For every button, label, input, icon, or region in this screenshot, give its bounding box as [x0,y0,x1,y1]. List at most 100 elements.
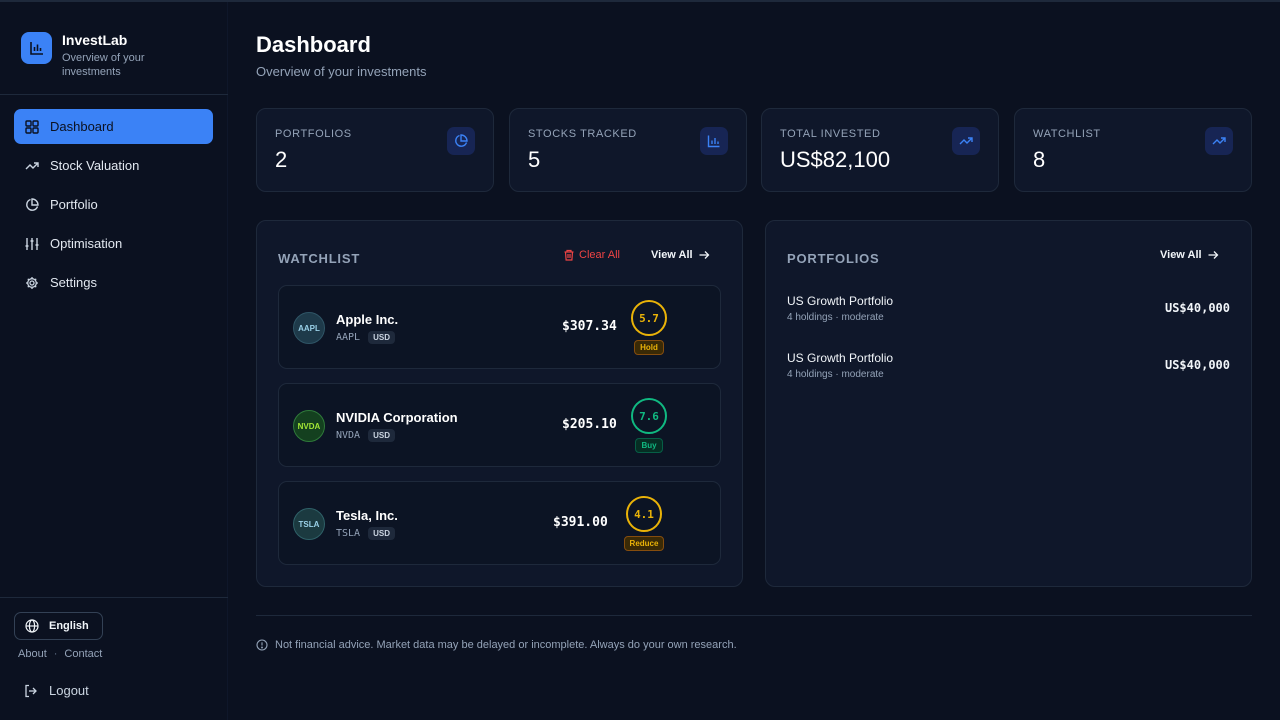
sidebar-item-stock-valuation[interactable]: Stock Valuation [14,148,213,183]
stock-price: $307.34 [562,319,617,334]
language-label: English [49,620,89,632]
watchlist-item-nvda[interactable]: NVDA NVIDIA Corporation NVDA USD $205.10… [278,383,721,467]
portfolios-title: PORTFOLIOS [787,251,880,266]
stat-value: US$82,100 [780,147,891,172]
stock-price: $205.10 [562,417,617,432]
watchlist-panel: WATCHLIST Clear All View All AAPL Apple … [256,220,743,587]
link-separator: · [53,648,58,660]
portfolios-view-all-button[interactable]: View All [1160,249,1219,261]
portfolio-name: US Growth Portfolio [787,294,894,308]
stock-name: NVIDIA Corporation [336,410,458,425]
trend-up-icon [1205,127,1233,155]
portfolio-item[interactable]: US Growth Portfolio 4 holdings · moderat… [787,294,1230,334]
logout-icon [24,684,38,698]
main-divider [256,615,1252,616]
stock-price: $391.00 [553,515,608,530]
clear-all-button[interactable]: Clear All [563,249,620,261]
stock-name: Apple Inc. [336,312,399,327]
grid-icon [25,119,39,134]
gear-icon [25,276,39,290]
score-ring: 4.1 [626,496,662,532]
brand-name: InvestLab [62,32,128,48]
sidebar-item-label: Settings [50,275,97,290]
trend-up-icon [952,127,980,155]
currency-badge: USD [368,527,395,540]
disclaimer-text: Not financial advice. Market data may be… [275,639,737,651]
stat-card-stocks-tracked: STOCKS TRACKED 5 [509,108,747,192]
watchlist-view-all-button[interactable]: View All [651,249,710,261]
brand-logo-icon [21,32,52,64]
watchlist-title: WATCHLIST [278,251,361,266]
sidebar: InvestLab Overview of your investments D… [0,2,228,720]
page-subtitle: Overview of your investments [256,64,427,79]
portfolio-value: US$40,000 [1164,358,1230,372]
clear-all-label: Clear All [579,249,620,261]
sidebar-nav: Dashboard Stock Valuation Portfolio Opti… [14,109,213,304]
currency-badge: USD [368,429,395,442]
stat-label: TOTAL INVESTED [780,128,881,140]
stat-label: PORTFOLIOS [275,128,352,140]
portfolio-name: US Growth Portfolio [787,351,894,365]
arrow-right-icon [1207,249,1219,261]
brand[interactable]: InvestLab Overview of your investments [21,32,172,79]
sidebar-item-settings[interactable]: Settings [14,265,213,300]
language-selector[interactable]: English [14,612,103,640]
stock-ticker: TSLA [336,528,361,539]
footer-links: About · Contact [18,648,102,660]
sliders-icon [25,237,39,251]
stat-card-total-invested: TOTAL INVESTED US$82,100 [761,108,999,192]
disclaimer: Not financial advice. Market data may be… [256,639,737,651]
stat-value: 8 [1033,147,1046,172]
view-all-label: View All [651,249,693,261]
portfolio-value: US$40,000 [1164,301,1230,315]
score-ring: 7.6 [631,398,667,434]
sidebar-divider [0,94,228,95]
logout-button[interactable]: Logout [24,683,89,698]
rating-badge: Reduce [623,536,665,551]
score-ring: 5.7 [631,300,667,336]
brand-tagline: Overview of your investments [62,52,145,78]
portfolio-item[interactable]: US Growth Portfolio 4 holdings · moderat… [787,351,1230,391]
portfolios-panel: PORTFOLIOS View All US Growth Portfolio … [765,220,1252,587]
stat-label: STOCKS TRACKED [528,128,637,140]
trash-icon [563,249,575,261]
sidebar-divider [0,597,228,598]
watchlist-item-tsla[interactable]: TSLA Tesla, Inc. TSLA USD $391.00 4.1 Re… [278,481,721,565]
pie-icon [25,197,39,212]
sidebar-item-label: Stock Valuation [50,158,140,173]
stock-ticker: AAPL [336,332,361,343]
rating-badge: Hold [634,340,664,355]
sidebar-item-optimisation[interactable]: Optimisation [14,226,213,261]
rating-badge: Buy [635,438,663,453]
info-icon [256,639,268,651]
sidebar-item-label: Portfolio [50,197,98,212]
stock-logo: TSLA [293,508,325,540]
stock-name: Tesla, Inc. [336,508,398,523]
sidebar-item-label: Optimisation [50,236,123,251]
stat-card-portfolios: PORTFOLIOS 2 [256,108,494,192]
stock-logo: NVDA [293,410,325,442]
stat-card-watchlist: WATCHLIST 8 [1014,108,1252,192]
portfolio-meta: 4 holdings · moderate [787,312,884,323]
view-all-label: View All [1160,249,1202,261]
sidebar-item-label: Dashboard [50,119,114,134]
sidebar-item-portfolio[interactable]: Portfolio [14,187,213,222]
sidebar-item-dashboard[interactable]: Dashboard [14,109,213,144]
bar-chart-icon [700,127,728,155]
stat-value: 5 [528,147,541,172]
globe-icon [25,619,39,633]
watchlist-item-aapl[interactable]: AAPL Apple Inc. AAPL USD $307.34 5.7 Hol… [278,285,721,369]
stat-value: 2 [275,147,288,172]
arrow-right-icon [698,249,710,261]
trend-icon [25,159,39,173]
currency-badge: USD [368,331,395,344]
about-link[interactable]: About [18,648,47,660]
pie-icon [447,127,475,155]
portfolio-meta: 4 holdings · moderate [787,369,884,380]
stat-label: WATCHLIST [1033,128,1101,140]
stock-ticker: NVDA [336,430,361,441]
page-title: Dashboard [256,32,371,57]
stock-logo: AAPL [293,312,325,344]
contact-link[interactable]: Contact [64,648,102,660]
logout-label: Logout [49,683,89,698]
